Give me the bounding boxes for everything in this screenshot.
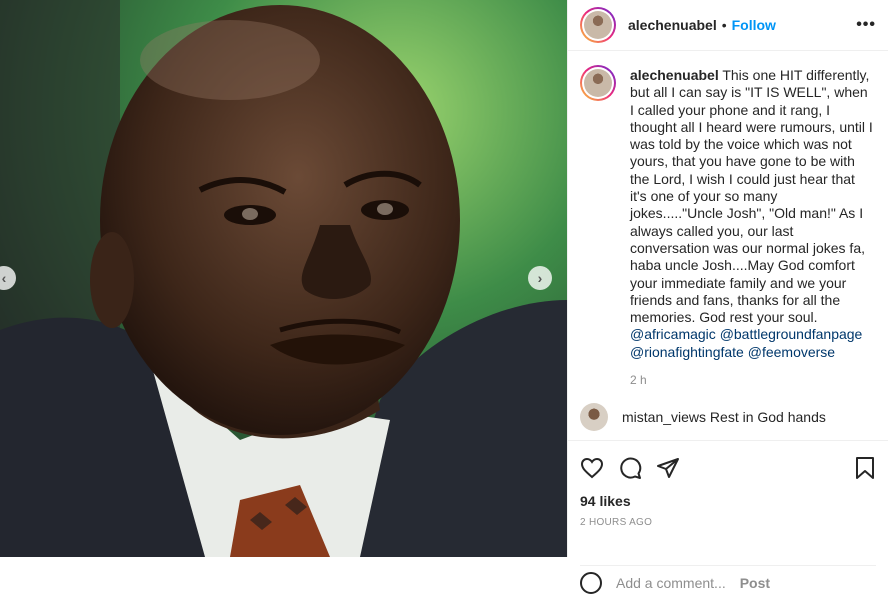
comment-text: mistan_views Rest in God hands bbox=[622, 409, 826, 425]
comment-input[interactable]: Add a comment... bbox=[616, 575, 726, 591]
caption-time: 2 h bbox=[630, 373, 647, 388]
mention-link[interactable]: @africamagic bbox=[630, 326, 716, 342]
avatar-image bbox=[584, 11, 612, 39]
caption-body: This one HIT differently, but all I can … bbox=[630, 67, 873, 326]
likes-count[interactable]: 94 likes bbox=[580, 493, 876, 509]
action-icons bbox=[580, 441, 876, 495]
comments-section[interactable]: alechenuabel This one HIT differently, b… bbox=[568, 51, 888, 440]
caption-avatar-frame bbox=[582, 67, 614, 99]
post-sidebar: alechenuabel • Follow ••• alechenuabel T… bbox=[567, 0, 888, 594]
caption-avatar-image bbox=[584, 69, 612, 97]
more-options-icon[interactable]: ••• bbox=[856, 16, 876, 34]
mention-link[interactable]: @rionafightingfate bbox=[630, 344, 744, 360]
commenter-avatar[interactable] bbox=[580, 403, 608, 431]
comment-icon[interactable] bbox=[618, 456, 642, 480]
avatar-frame bbox=[582, 9, 614, 41]
share-icon[interactable] bbox=[656, 456, 680, 480]
add-comment-bar: Add a comment... Post bbox=[580, 565, 876, 594]
follow-button[interactable]: Follow bbox=[732, 17, 776, 33]
caption-avatar[interactable] bbox=[580, 65, 616, 101]
avatar[interactable] bbox=[580, 7, 616, 43]
post-timestamp: 2 HOURS AGO bbox=[580, 517, 653, 528]
mention-link[interactable]: @feemoverse bbox=[748, 344, 835, 360]
emoji-icon[interactable] bbox=[580, 572, 602, 594]
next-photo-button[interactable]: › bbox=[528, 266, 552, 290]
instagram-post: ‹ › alechenuabel • Follow ••• alechenuab… bbox=[0, 0, 888, 594]
caption-text: alechenuabel This one HIT differently, b… bbox=[630, 67, 874, 361]
mention-link[interactable]: @battlegroundfanpage bbox=[720, 326, 863, 342]
post-comment-button[interactable]: Post bbox=[740, 575, 770, 591]
comment-item: mistan_views Rest in God hands bbox=[580, 403, 826, 431]
caption-username[interactable]: alechenuabel bbox=[630, 67, 719, 83]
caption: alechenuabel This one HIT differently, b… bbox=[580, 65, 874, 361]
post-header: alechenuabel • Follow ••• bbox=[568, 0, 888, 51]
bookmark-icon[interactable] bbox=[854, 456, 876, 480]
heart-icon[interactable] bbox=[580, 456, 604, 480]
post-actions: 94 likes 2 HOURS AGO Add a comment... Po… bbox=[568, 440, 888, 594]
post-photo bbox=[0, 0, 567, 557]
header-username[interactable]: alechenuabel bbox=[628, 17, 717, 33]
separator-dot: • bbox=[721, 17, 727, 33]
post-photo-area[interactable]: ‹ › bbox=[0, 0, 567, 557]
